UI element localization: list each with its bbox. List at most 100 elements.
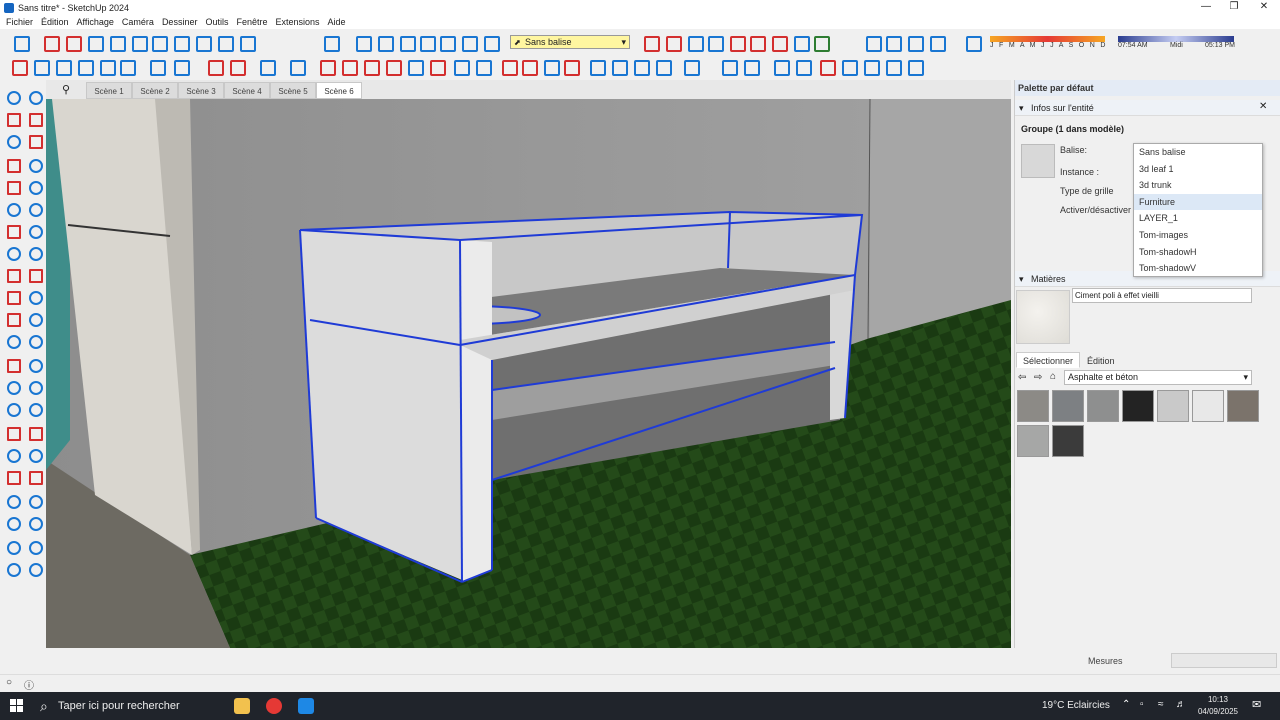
style-wireframe-icon[interactable]	[884, 34, 902, 52]
style-hidden-line-icon[interactable]	[906, 34, 924, 52]
follow-me-left-icon[interactable]	[26, 288, 43, 305]
axes-tool-icon[interactable]	[322, 34, 340, 52]
option-tom-images[interactable]: Tom-images	[1134, 227, 1262, 244]
eraser-icon[interactable]	[206, 58, 224, 76]
option-3d-trunk[interactable]: 3d trunk	[1134, 177, 1262, 194]
outliner-icon[interactable]	[452, 58, 470, 76]
new-file-icon[interactable]	[720, 58, 738, 76]
notification-icon[interactable]: ✉	[1252, 698, 1261, 711]
sandbox-icon[interactable]	[818, 58, 836, 76]
scene-search-icon[interactable]: ⚲	[46, 81, 86, 99]
back-view-icon[interactable]	[438, 34, 456, 52]
material-category-select[interactable]: Asphalte et béton ▾	[1064, 370, 1252, 385]
arc-left-icon[interactable]	[4, 222, 21, 239]
material-swatch[interactable]	[1227, 390, 1259, 422]
tab-scene-5[interactable]: Scène 5	[270, 82, 316, 99]
smoove-icon[interactable]	[862, 58, 880, 76]
material-swatch[interactable]	[1087, 390, 1119, 422]
component-icon[interactable]	[32, 58, 50, 76]
push-pull-left-icon[interactable]	[26, 266, 43, 283]
rotated-rectangle-icon[interactable]	[108, 34, 126, 52]
tag-left-icon[interactable]	[26, 132, 43, 149]
option-furniture[interactable]: Furniture	[1134, 193, 1262, 211]
tray-expand-icon[interactable]: ⌃	[1122, 699, 1130, 710]
option-sans-balise[interactable]: Sans balise	[1134, 144, 1262, 161]
wifi-icon[interactable]: ≈	[1158, 699, 1164, 710]
axes-left-icon[interactable]	[4, 378, 21, 395]
line-left-icon[interactable]	[4, 156, 21, 173]
previous-left-icon[interactable]	[26, 468, 43, 485]
protractor-left-icon[interactable]	[4, 356, 21, 373]
style-a-left-icon[interactable]	[4, 538, 21, 555]
tab-scene-1[interactable]: Scène 1	[86, 82, 132, 99]
zoom-window-icon[interactable]	[728, 34, 746, 52]
left-view-icon[interactable]	[460, 34, 478, 52]
section-plane-icon[interactable]	[642, 34, 660, 52]
follow-me-icon[interactable]	[54, 58, 72, 76]
menu-dessiner[interactable]: Dessiner	[162, 17, 198, 27]
style-4-icon[interactable]	[654, 58, 672, 76]
chrome-icon[interactable]	[266, 698, 282, 714]
section-cut-icon[interactable]	[500, 58, 518, 76]
pan-left-icon[interactable]	[26, 424, 43, 441]
look-around-left-icon[interactable]	[4, 514, 21, 531]
look-around-icon[interactable]	[792, 34, 810, 52]
position-camera-left-icon[interactable]	[4, 492, 21, 509]
right-view-icon[interactable]	[418, 34, 436, 52]
menu-aide[interactable]: Aide	[328, 17, 346, 27]
tab-scene-4[interactable]: Scène 4	[224, 82, 270, 99]
previous-view-icon[interactable]	[770, 34, 788, 52]
camera-zoom-icon[interactable]	[542, 58, 560, 76]
info-status-icon[interactable]: ⓘ	[24, 677, 34, 692]
tab-scene-6[interactable]: Scène 6	[316, 82, 362, 99]
menu-fichier[interactable]: Fichier	[6, 17, 33, 27]
tab-edit-materials[interactable]: Édition	[1080, 352, 1122, 368]
home-icon[interactable]: ⌂	[1050, 371, 1056, 382]
freehand-left-icon[interactable]	[26, 156, 43, 173]
measurements-input[interactable]	[1171, 653, 1277, 668]
tag-icon[interactable]	[474, 58, 492, 76]
walk-left-icon[interactable]	[26, 492, 43, 509]
zoom-icon[interactable]	[706, 34, 724, 52]
forward-arrow-icon[interactable]: ⇨	[1034, 372, 1042, 383]
style-d-left-icon[interactable]	[26, 560, 43, 577]
move-left-icon[interactable]	[4, 266, 21, 283]
offset-icon[interactable]	[340, 58, 358, 76]
close-icon[interactable]: ✕	[1250, 0, 1278, 15]
pencil-icon[interactable]	[228, 58, 246, 76]
zoom-window-left-icon[interactable]	[26, 446, 43, 463]
back-arrow-icon[interactable]: ⇦	[1018, 372, 1026, 383]
section-left-icon[interactable]	[4, 400, 21, 417]
style-3-icon[interactable]	[632, 58, 650, 76]
balise-select[interactable]: ⬈ Sans balise ▾	[510, 35, 630, 49]
arc2-left-icon[interactable]	[26, 222, 43, 239]
geo-status-icon[interactable]: ○	[6, 677, 12, 688]
taskbar-clock[interactable]: 10:13 04/09/2025	[1196, 694, 1240, 718]
taskbar-search[interactable]: Taper ici pour rechercher	[36, 692, 220, 720]
network-icon[interactable]: ▫	[1140, 699, 1144, 710]
style-shaded-icon[interactable]	[928, 34, 946, 52]
pan-icon[interactable]	[686, 34, 704, 52]
option-3d-leaf-1[interactable]: 3d leaf 1	[1134, 161, 1262, 178]
tab-select-materials[interactable]: Sélectionner	[1016, 352, 1081, 368]
material-swatch[interactable]	[1017, 390, 1049, 422]
3d-viewport[interactable]	[46, 99, 1011, 648]
restore-icon[interactable]: ❐	[1220, 0, 1248, 15]
zoom-left-icon[interactable]	[4, 446, 21, 463]
geo-location-icon[interactable]	[682, 58, 700, 76]
orbit-icon[interactable]	[664, 34, 682, 52]
camera-orbit-icon[interactable]	[520, 58, 538, 76]
arc3-left-icon[interactable]	[4, 244, 21, 261]
open-model-icon[interactable]	[12, 34, 30, 52]
rotated-rect-left-icon[interactable]	[26, 178, 43, 195]
option-tom-shadowh[interactable]: Tom-shadowH	[1134, 244, 1262, 261]
material-swatch[interactable]	[1052, 390, 1084, 422]
minimize-icon[interactable]: —	[1192, 0, 1220, 15]
style-c-left-icon[interactable]	[4, 560, 21, 577]
scale-icon[interactable]	[406, 58, 424, 76]
push-pull-icon[interactable]	[318, 58, 336, 76]
polygon-left-icon[interactable]	[26, 200, 43, 217]
file-explorer-icon[interactable]	[234, 698, 250, 714]
3dtext-left-icon[interactable]	[26, 378, 43, 395]
shadow-toggle-icon[interactable]	[964, 34, 982, 52]
